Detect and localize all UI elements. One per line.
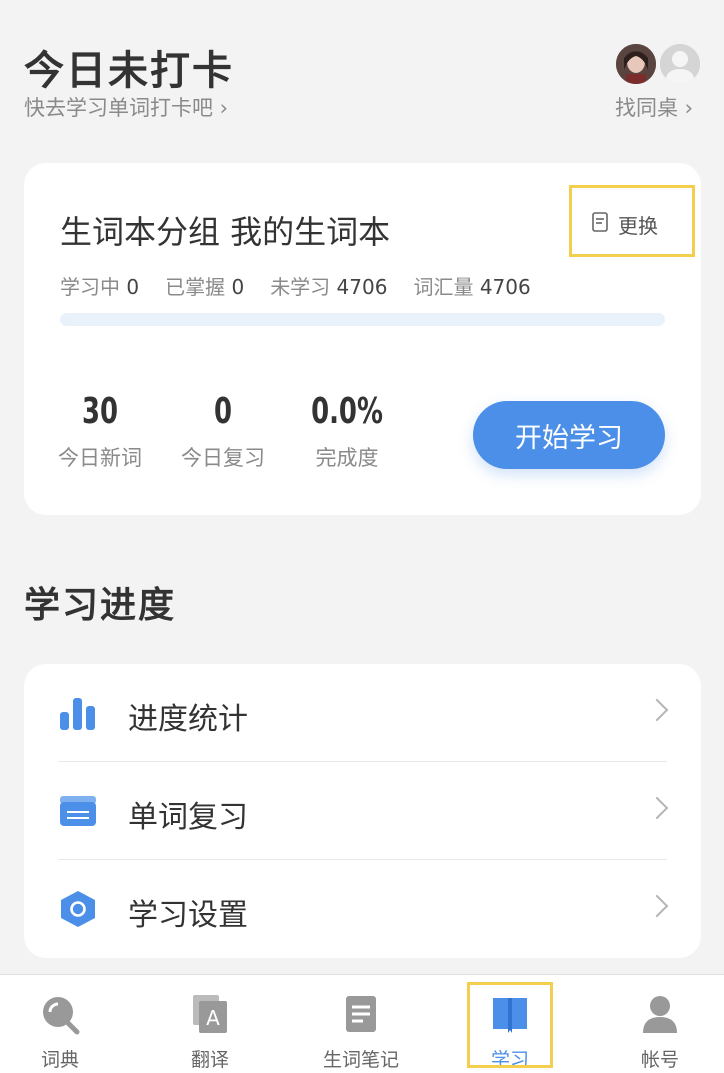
translate-icon: A [190,993,230,1035]
hexagon-settings-icon [58,890,98,928]
tab-dictionary[interactable]: 词典 [0,975,120,1073]
checkin-prompt-link[interactable]: 快去学习单词打卡吧 › [24,92,228,122]
svg-text:A: A [206,1006,220,1030]
metric-completion: 0.0% 完成度 [311,391,383,470]
menu-item-progress-stats[interactable]: 进度统计 [24,664,701,762]
note-icon [341,993,381,1035]
page-title: 今日未打卡 [24,48,234,94]
magnifier-icon [40,993,80,1035]
bottom-tab-bar: 词典 A 翻译 生词笔记 学习 帐号 [0,974,724,1073]
change-wordbook-highlight[interactable]: 更换 [569,185,695,257]
avatar [614,42,658,86]
metric-review: 0 今日复习 [181,391,265,470]
wordbook-card: 生词本分组 我的生词本 更换 学习中 0 已掌握 0 未学习 4706 词汇量 … [24,163,701,515]
wordbook-stats: 学习中 0 已掌握 0 未学习 4706 词汇量 4706 [60,271,531,300]
document-icon [592,212,608,237]
wordbook-title: 生词本分组 我的生词本 [60,213,391,251]
stat-unlearned: 未学习 4706 [270,275,388,299]
avatar-placeholder-icon [658,42,702,86]
progress-bar [60,313,665,326]
stat-learning: 学习中 0 [60,275,140,299]
metric-new-words: 30 今日新词 [58,391,142,470]
menu-item-word-review[interactable]: 单词复习 [24,762,701,860]
stat-vocabulary: 词汇量 4706 [413,275,531,299]
stat-mastered: 已掌握 0 [165,275,245,299]
find-deskmate-link[interactable]: 找同桌 › [615,92,693,122]
progress-menu-card: 进度统计 单词复习 学习设置 [24,664,701,958]
section-title: 学习进度 [24,585,177,626]
change-wordbook-button[interactable]: 更换 [592,210,658,239]
person-icon [640,993,680,1035]
card-icon [58,792,98,830]
deskmate-avatars[interactable] [614,42,704,86]
active-tab-highlight [467,982,553,1068]
tab-word-notes[interactable]: 生词笔记 [301,975,421,1073]
chevron-right-icon [645,894,669,918]
chevron-right-icon [645,796,669,820]
start-learning-button[interactable]: 开始学习 [473,401,665,469]
tab-account[interactable]: 帐号 [600,975,720,1073]
tab-translate[interactable]: A 翻译 [150,975,270,1073]
menu-item-study-settings[interactable]: 学习设置 [24,860,701,958]
change-label: 更换 [618,214,658,238]
chevron-right-icon [645,698,669,722]
bar-chart-icon [58,694,98,732]
